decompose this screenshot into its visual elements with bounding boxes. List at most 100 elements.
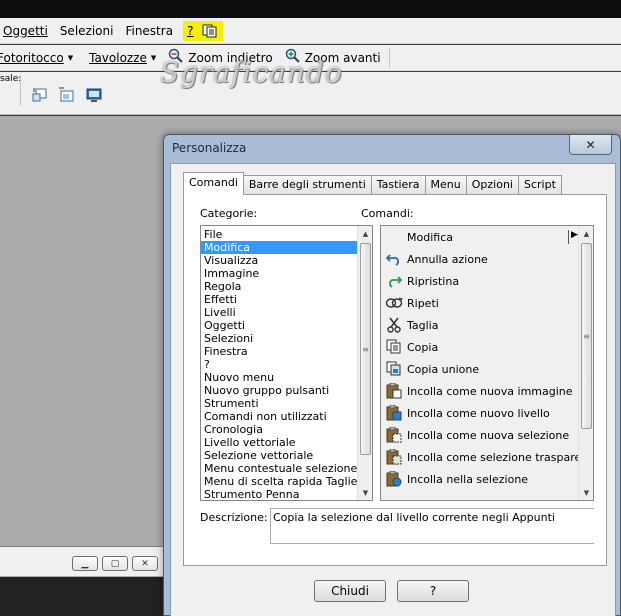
tab-strip: Comandi Barre degli strumenti Tastiera M… [183, 172, 562, 195]
secondary-toolbar: sale: [0, 72, 621, 115]
command-item[interactable]: Incolla come selezione trasparente [381, 446, 593, 468]
category-item[interactable]: Livello vettoriale [201, 436, 357, 449]
comandi-label: Comandi: [361, 207, 414, 220]
menu-selezioni-label: Selezioni [59, 23, 114, 38]
command-label: Ripristina [407, 274, 460, 288]
category-item[interactable]: Cronologia [201, 423, 357, 436]
command-item[interactable]: Ripristina [381, 270, 593, 292]
command-label: Incolla come nuovo livello [407, 406, 550, 420]
menu-finestra[interactable]: Finestra [119, 21, 179, 41]
menu-selezioni[interactable]: Selezioni [54, 21, 120, 41]
menu-help[interactable]: ? [183, 20, 198, 41]
minimize-icon: ▁ [81, 558, 89, 569]
submenu-arrow-icon: ▶ [568, 230, 578, 244]
command-item[interactable]: Incolla come nuova immagine [381, 380, 593, 402]
command-label: Incolla come nuova selezione [407, 428, 570, 442]
menu-finestra-label: Finestra [125, 23, 174, 38]
category-item[interactable]: Comandi non utilizzati [201, 410, 357, 423]
copy-merged-icon [381, 361, 407, 377]
commands-scrollbar[interactable]: ▲ ≡ ▼ [578, 226, 593, 500]
command-item[interactable]: Ripeti [381, 292, 593, 314]
dialog-title: Personalizza [172, 141, 247, 155]
clipboard-icon[interactable] [197, 20, 224, 41]
maximize-button[interactable]: ▢ [102, 556, 128, 571]
zoom-out-label: Zoom indietro [188, 50, 273, 65]
fotoritocco-dropdown[interactable]: Fotoritocco ▼ [0, 51, 79, 65]
scroll-thumb[interactable]: ≡ [581, 243, 592, 429]
command-item[interactable]: Taglia [381, 314, 593, 336]
categorie-label: Categorie: [200, 207, 258, 220]
personalizza-dialog: Personalizza ✕ Comandi Barre degli strum… [163, 134, 621, 616]
menu-help-label: ? [187, 23, 194, 38]
command-item[interactable]: Annulla azione [381, 248, 593, 270]
bottom-dark-area [0, 577, 165, 616]
arrange-icon[interactable] [31, 86, 49, 104]
command-item[interactable]: Incolla come nuova selezione [381, 424, 593, 446]
category-item[interactable]: Selezione vettoriale [201, 449, 357, 462]
category-item[interactable]: Oggetti [201, 319, 357, 332]
category-item[interactable]: Effetti [201, 293, 357, 306]
command-label: Copia [407, 340, 439, 354]
tavolozze-dropdown[interactable]: Tavolozze ▼ [83, 51, 162, 65]
tab-script[interactable]: Script [517, 175, 562, 195]
align-icon[interactable] [57, 86, 75, 104]
tab-comandi[interactable]: Comandi [183, 172, 244, 195]
scroll-up-icon[interactable]: ▲ [358, 226, 372, 241]
help-button[interactable]: ? [397, 580, 469, 602]
category-item[interactable]: Visualizza [201, 254, 357, 267]
monitor-icon[interactable] [85, 86, 103, 104]
categories-scrollbar[interactable]: ▲ ≡ ▼ [357, 226, 372, 500]
zoom-out-button[interactable]: Zoom indietro [162, 48, 278, 67]
command-label: Incolla come selezione trasparente [407, 450, 594, 464]
redo-icon [381, 273, 407, 289]
category-item[interactable]: Menu di scelta rapida Taglierina [201, 475, 357, 488]
scroll-thumb[interactable]: ≡ [360, 243, 371, 455]
scroll-down-icon[interactable]: ▼ [358, 485, 372, 500]
minimize-button[interactable]: ▁ [72, 556, 98, 571]
command-item[interactable]: Incolla come nuovo livello [381, 402, 593, 424]
descrizione-text: Copia la selezione dal livello corrente … [270, 508, 594, 544]
category-item[interactable]: File [201, 228, 357, 241]
category-item[interactable]: ? [201, 358, 357, 371]
close-button[interactable]: ✕ [132, 556, 158, 571]
scroll-down-icon[interactable]: ▼ [579, 485, 593, 500]
tab-menu[interactable]: Menu [424, 175, 467, 195]
blank-icon [381, 229, 407, 245]
category-item[interactable]: Nuovo gruppo pulsanti [201, 384, 357, 397]
scissors-icon [381, 317, 407, 333]
command-item[interactable]: Modifica ▶ [381, 226, 593, 248]
repeat-icon [381, 295, 407, 311]
command-label: Taglia [407, 318, 439, 332]
paste-new-selection-icon [381, 427, 407, 443]
command-item[interactable]: Copia unione [381, 358, 593, 380]
category-item[interactable]: Regola [201, 280, 357, 293]
commands-list[interactable]: Modifica ▶ Annulla azione Ripristina Rip… [380, 225, 594, 501]
category-item[interactable]: Livelli [201, 306, 357, 319]
category-item[interactable]: Menu contestuale selezione raster [201, 462, 357, 475]
close-icon: ✕ [585, 137, 596, 152]
menu-oggetti[interactable]: Oggetti [0, 21, 54, 41]
dialog-close-button[interactable]: ✕ [569, 135, 612, 155]
category-item[interactable]: Nuovo menu [201, 371, 357, 384]
scroll-up-icon[interactable]: ▲ [579, 226, 593, 241]
category-item[interactable]: Finestra [201, 345, 357, 358]
command-item[interactable]: Copia [381, 336, 593, 358]
chiudi-button[interactable]: Chiudi [314, 580, 386, 602]
category-item[interactable]: Strumento Penna [201, 488, 357, 500]
menu-oggetti-label: Oggetti [3, 23, 48, 38]
categories-list[interactable]: File Modifica Visualizza Immagine Regola… [200, 225, 373, 501]
category-item[interactable]: Strumenti [201, 397, 357, 410]
toolbar-separator [388, 47, 390, 68]
zoom-in-button[interactable]: Zoom avanti [279, 48, 387, 67]
tab-opzioni[interactable]: Opzioni [465, 175, 519, 195]
paste-transparent-icon [381, 449, 407, 465]
tab-tastiera[interactable]: Tastiera [370, 175, 426, 195]
command-item[interactable]: Incolla nella selezione [381, 468, 593, 490]
maximize-icon: ▢ [110, 558, 120, 569]
category-item-selected[interactable]: Modifica [201, 241, 357, 254]
command-label: Incolla come nuova immagine [407, 384, 573, 398]
category-item[interactable]: Selezioni [201, 332, 357, 345]
category-item[interactable]: Immagine [201, 267, 357, 280]
tab-barre-strumenti[interactable]: Barre degli strumenti [242, 175, 372, 195]
main-toolbar: Fotoritocco ▼ Tavolozze ▼ Zoom indietro … [0, 45, 621, 71]
